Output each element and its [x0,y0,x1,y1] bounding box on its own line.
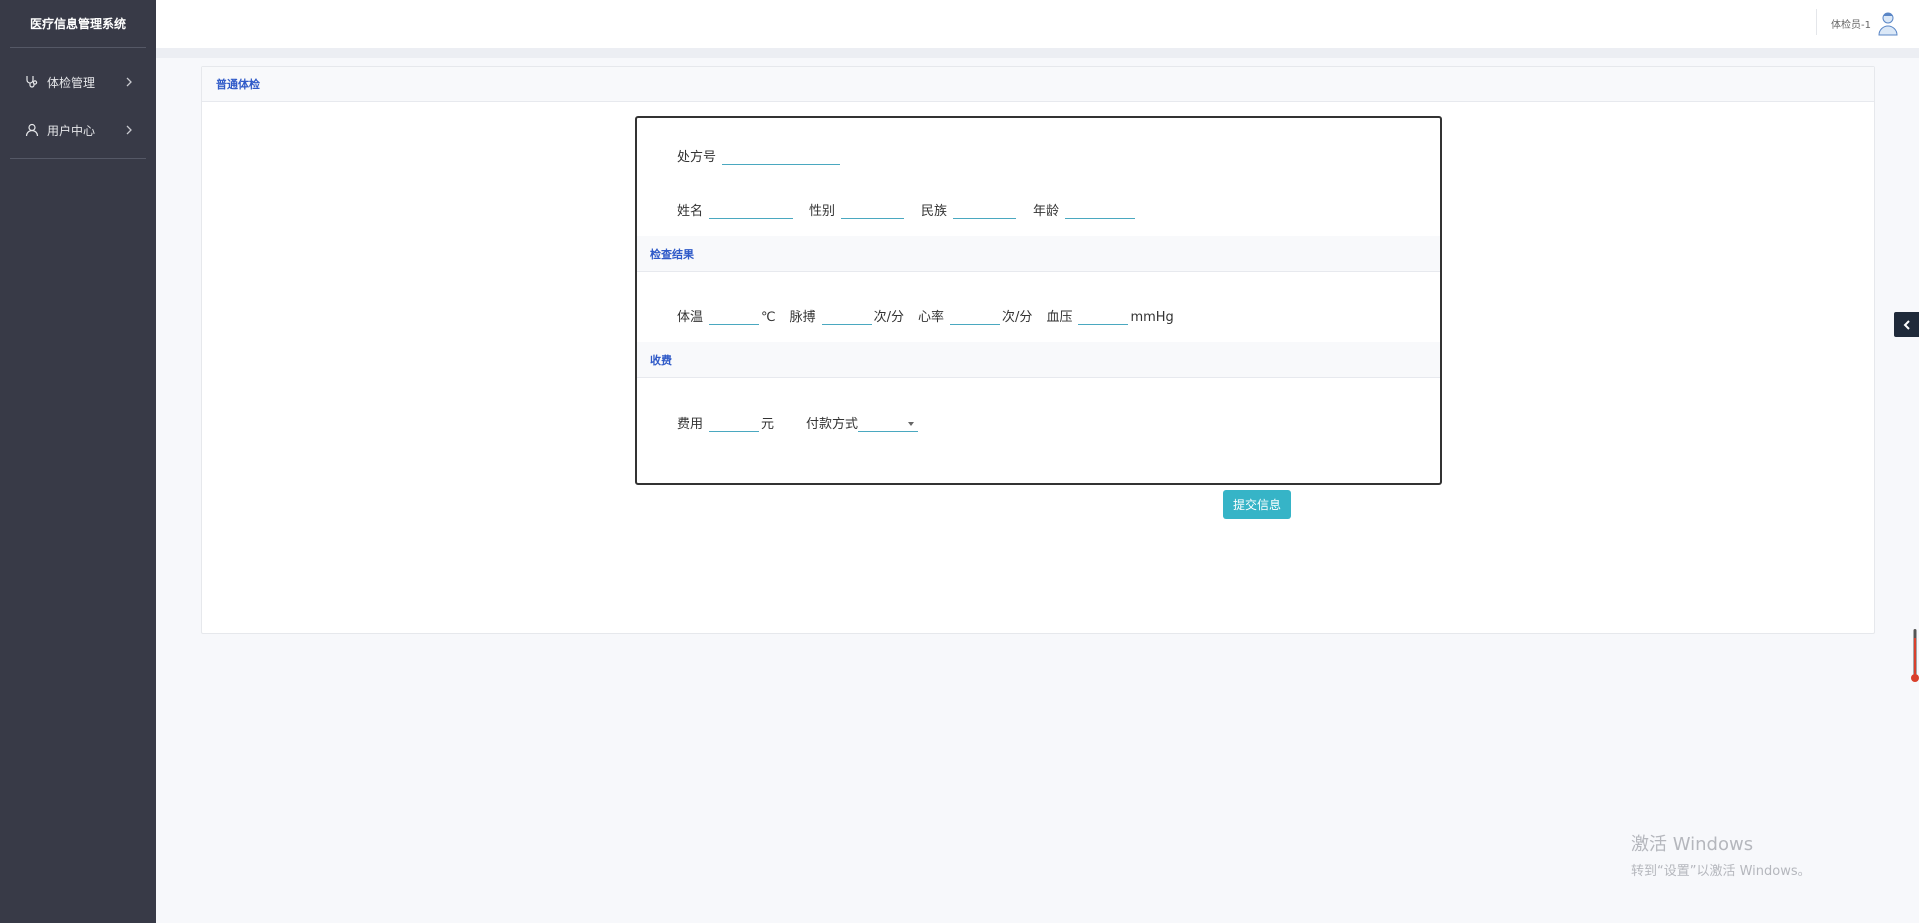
app-title: 医疗信息管理系统 [10,0,146,48]
sidebar: 医疗信息管理系统 体检管理 用户中心 [0,0,156,923]
watermark-line2: 转到“设置”以激活 Windows。 [1631,864,1811,879]
sidebar-menu: 体检管理 用户中心 [0,58,156,159]
name-input[interactable] [709,201,794,219]
pulse-unit: 次/分 [873,310,905,325]
side-panel-toggle[interactable] [1894,312,1919,337]
stethoscope-icon [24,74,40,90]
pulse-label: 脉搏 [789,310,816,325]
section-fee: 收费 [637,342,1440,378]
sidebar-item-user-center[interactable]: 用户中心 [0,106,156,154]
card-title: 普通体检 [202,67,1874,102]
name-label: 姓名 [677,204,704,219]
menu-divider [10,158,146,159]
pulse-input[interactable] [821,307,872,325]
temp-label: 体温 [677,310,704,325]
row-patient-info: 姓名 性别 民族 年龄 [677,200,1136,219]
row-vitals: 体温 ℃ 脉搏 次/分 心率 次/分 血压 mmHg [677,306,1188,325]
heart-rate-input[interactable] [950,307,1001,325]
ethnicity-label: 民族 [921,204,948,219]
prescription-input[interactable] [722,147,841,165]
blood-pressure-unit: mmHg [1130,310,1174,325]
chevron-left-icon [1903,319,1910,330]
watermark-line1: 激活 Windows [1631,834,1754,855]
row-fee: 费用 元 付款方式 [677,413,919,432]
temp-unit: ℃ [761,310,776,325]
page-band [156,48,1919,58]
caret-down-icon [908,422,915,426]
heart-rate-label: 心率 [918,310,945,325]
chevron-right-icon [122,75,136,89]
section-results: 检查结果 [637,236,1440,272]
user-icon [24,122,40,138]
windows-activation-watermark: 激活 Windows 转到“设置”以激活 Windows。 [1631,830,1811,879]
sidebar-item-label: 用户中心 [47,123,96,138]
fee-unit: 元 [761,417,775,432]
user-menu[interactable]: 体检员-1 [1831,10,1899,36]
payment-method-select[interactable] [858,414,919,432]
prescription-label: 处方号 [677,150,717,165]
temp-input[interactable] [709,307,760,325]
blood-pressure-label: 血压 [1046,310,1073,325]
user-name: 体检员-1 [1831,19,1871,31]
age-label: 年龄 [1033,204,1060,219]
ethnicity-input[interactable] [953,201,1017,219]
avatar-icon [1877,10,1899,36]
fee-label: 费用 [677,417,704,432]
blood-pressure-input[interactable] [1078,307,1129,325]
gender-input[interactable] [841,201,905,219]
thermometer-icon [1911,628,1919,684]
payment-label: 付款方式 [806,417,859,432]
gender-label: 性别 [809,204,836,219]
heart-rate-unit: 次/分 [1002,310,1033,325]
sidebar-item-label: 体检管理 [47,75,96,90]
fee-input[interactable] [709,414,760,432]
exam-form: 处方号 姓名 性别 民族 年龄 检查结果 体温 ℃ 脉搏 次/分 心率 次/分 … [635,116,1442,485]
chevron-right-icon [122,123,136,137]
header-divider [1816,9,1817,35]
submit-button[interactable]: 提交信息 [1223,490,1291,519]
row-prescription: 处方号 [677,146,841,165]
sidebar-item-exam-management[interactable]: 体检管理 [0,58,156,106]
top-header: 体检员-1 [156,0,1919,48]
age-input[interactable] [1065,201,1136,219]
